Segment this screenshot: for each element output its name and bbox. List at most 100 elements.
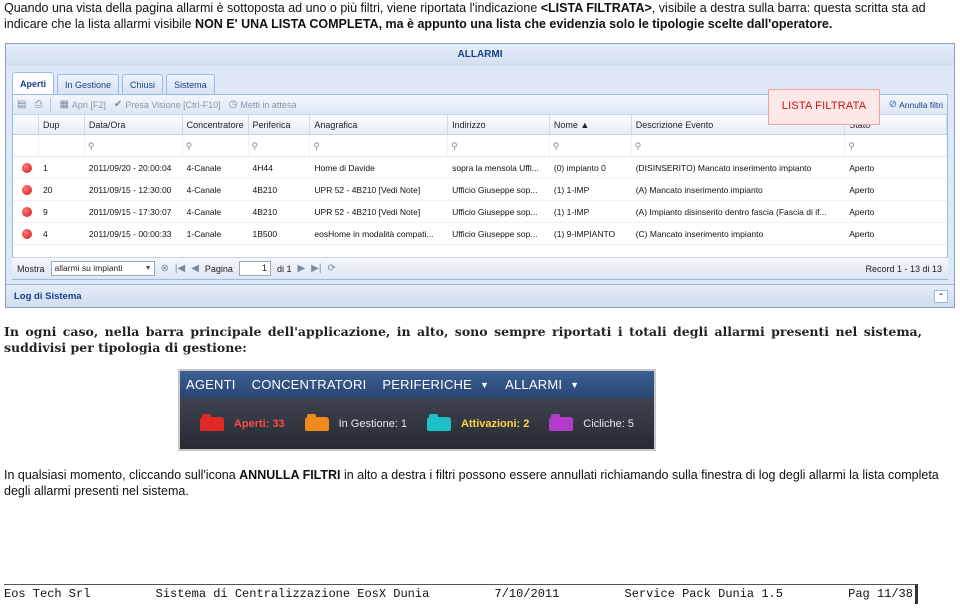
prev-page-icon[interactable]: ◀: [191, 263, 199, 274]
tab-in-gestione[interactable]: In Gestione: [57, 74, 120, 94]
stat-in-gestione-label: In Gestione: 1: [338, 417, 408, 430]
stat-in-gestione[interactable]: In Gestione: 1: [304, 413, 408, 431]
filter-descrizione[interactable]: ⚲: [632, 135, 846, 156]
search-icon: ⚲: [451, 141, 458, 151]
log-di-sistema-bar[interactable]: Log di Sistema ⌃: [6, 284, 954, 307]
table-row[interactable]: 9 2011/09/15 - 17:30:07 4-Canale 4B210 U…: [13, 201, 947, 223]
record-count: Record 1 - 13 di 13: [865, 263, 942, 274]
alarms-toolbar: ▤ ⎙ ▦ Apri [F2] ✔ Presa Visione [Ctrl-F10]…: [13, 89, 947, 125]
tab-chiusi[interactable]: Chiusi: [122, 74, 164, 94]
alarm-status-icon: [13, 223, 39, 244]
column-header-concentratore[interactable]: Concentratore: [183, 115, 249, 134]
search-icon: ⚲: [185, 141, 193, 151]
filter-data-ora[interactable]: ⚲: [85, 135, 183, 156]
page-input[interactable]: 1: [238, 261, 271, 276]
last-page-icon[interactable]: ▶|: [311, 263, 321, 274]
clear-filter-icon[interactable]: ⊗: [161, 263, 169, 274]
caret-down-icon: ▼: [480, 379, 490, 390]
folder-purple-icon: [549, 413, 574, 431]
mid-paragraph: In ogni caso, nella barra principale del…: [4, 324, 922, 355]
table-row[interactable]: 4 2011/09/15 - 00:00:33 1-Canale 1B500 e…: [13, 223, 947, 245]
refresh-icon: ▤: [17, 99, 27, 110]
mostra-select[interactable]: allarmi su impianti ▼: [50, 261, 155, 276]
presa-visione-button[interactable]: ✔ Presa Visione [Ctrl-F10]: [114, 99, 221, 110]
stat-cicliche[interactable]: Cicliche: 5: [549, 413, 634, 431]
cell-concentratore: 4-Canale: [186, 207, 222, 217]
column-header-anagrafica[interactable]: Anagrafica: [310, 115, 449, 134]
refresh-button[interactable]: ▤: [17, 99, 26, 110]
alarm-status-icon: [13, 157, 39, 178]
mostra-value: allarmi su impianti: [54, 263, 123, 273]
annulla-filtri-button[interactable]: ⊘ Annulla filtri: [889, 99, 943, 110]
filter-periferica[interactable]: ⚲: [249, 135, 311, 156]
main-menu: AGENTI CONCENTRATORI PERIFERICHE ▼ ALLARM…: [180, 371, 654, 398]
footer-system: Sistema di Centralizzazione EosX Dunia: [155, 587, 430, 601]
menu-allarmi-label: ALLARMI: [505, 377, 563, 392]
filter-anagrafica[interactable]: ⚲: [310, 135, 449, 156]
cell-descrizione: (A) Impianto disinserito dentro fascia (…: [635, 207, 827, 217]
cell-dup: 1: [42, 163, 48, 173]
chevron-down-icon: ▼: [144, 265, 152, 272]
stat-attivazioni[interactable]: Attivazioni: 2: [426, 413, 530, 431]
cell-nome: (1) 9-IMPIANTO: [553, 229, 616, 239]
cell-anagrafica: UPR 52 - 4B210 [Vedi Note]: [314, 185, 421, 195]
stat-attivazioni-label: Attivazioni: 2: [460, 417, 530, 430]
stat-aperti-label: Aperti: 33: [233, 417, 285, 430]
menu-concentratori[interactable]: CONCENTRATORI: [250, 377, 381, 392]
window-title: ALLARMI: [6, 44, 954, 66]
cell-indirizzo: Ufficio Giuseppe sop...: [452, 229, 538, 239]
next-page-icon[interactable]: ▶: [297, 263, 305, 274]
table-row[interactable]: 1 2011/09/20 - 20:00:04 4-Canale 4H44 Ho…: [13, 157, 947, 179]
tab-sistema[interactable]: Sistema: [166, 74, 215, 94]
annulla-filtri-label: Annulla filtri: [899, 99, 943, 110]
menu-agenti-label: AGENTI: [186, 377, 236, 392]
first-page-icon[interactable]: |◀: [175, 263, 185, 274]
cell-nome: (1) 1-IMP: [553, 207, 590, 217]
column-header-indirizzo[interactable]: Indirizzo: [448, 115, 550, 134]
column-header-nome[interactable]: Nome ▲: [550, 115, 632, 134]
filter-concentratore[interactable]: ⚲: [183, 135, 249, 156]
alarm-status-icon: [13, 179, 39, 200]
cell-datetime: 2011/09/15 - 17:30:07: [88, 207, 172, 217]
column-header-data-ora[interactable]: Data/Ora: [85, 115, 183, 134]
log-di-sistema-label: Log di Sistema: [14, 291, 82, 302]
menu-agenti[interactable]: AGENTI: [184, 377, 250, 392]
column-header-periferica[interactable]: Periferica: [249, 115, 311, 134]
annulla-filtri-emphasis: ANNULLA FILTRI: [239, 468, 341, 482]
search-icon: ⚲: [87, 141, 95, 151]
sort-asc-icon: ▲: [580, 120, 590, 130]
cell-indirizzo: Ufficio Giuseppe sop...: [452, 207, 538, 217]
filter-cell: [13, 135, 39, 156]
main-top-bar: AGENTI CONCENTRATORI PERIFERICHE ▼ ALLARM…: [178, 369, 656, 451]
stat-aperti[interactable]: Aperti: 33: [199, 413, 285, 431]
expand-icon[interactable]: ⌃: [934, 290, 948, 303]
metti-in-attesa-button[interactable]: ◷ Metti in attesa: [229, 99, 297, 110]
filter-stato[interactable]: ⚲: [845, 135, 948, 156]
cell-datetime: 2011/09/15 - 00:00:33: [88, 229, 172, 239]
menu-periferiche[interactable]: PERIFERICHE ▼: [380, 377, 503, 392]
filter-indirizzo[interactable]: ⚲: [448, 135, 550, 156]
alarm-tabs: Aperti In Gestione Chiusi Sistema: [12, 72, 215, 94]
filter-nome[interactable]: ⚲: [550, 135, 632, 156]
print-button[interactable]: ⎙: [34, 99, 42, 110]
open-button[interactable]: ▦ Apri [F2]: [59, 99, 105, 110]
cell-dup: 4: [42, 229, 48, 239]
footer-date: 7/10/2011: [494, 587, 560, 601]
refresh-icon[interactable]: ⟳: [327, 263, 335, 274]
filter-icon: ⊘: [888, 99, 898, 110]
menu-periferiche-label: PERIFERICHE: [382, 377, 473, 392]
paging-toolbar: Mostra allarmi su impianti ▼ ⊗ |◀ ◀ Pagin…: [12, 257, 948, 279]
tab-aperti[interactable]: Aperti: [12, 72, 55, 94]
presa-visione-label: Presa Visione [Ctrl-F10]: [125, 99, 221, 110]
alarm-stats: Aperti: 33 In Gestione: 1 Attivazioni: 2…: [180, 398, 654, 449]
cell-dup: 9: [42, 207, 48, 217]
search-icon: ⚲: [552, 141, 560, 151]
printer-icon: ⎙: [34, 99, 43, 110]
alarm-status-icon: [13, 201, 39, 222]
table-row[interactable]: 20 2011/09/15 - 12:30:00 4-Canale 4B210 …: [13, 179, 947, 201]
column-header-dup[interactable]: Dup: [39, 115, 85, 134]
footer-page-number: Pag 11/38: [848, 587, 913, 601]
cell-datetime: 2011/09/20 - 20:00:04: [88, 163, 172, 173]
cell-dup: 20: [42, 185, 53, 195]
menu-allarmi[interactable]: ALLARMI ▼: [503, 377, 593, 392]
